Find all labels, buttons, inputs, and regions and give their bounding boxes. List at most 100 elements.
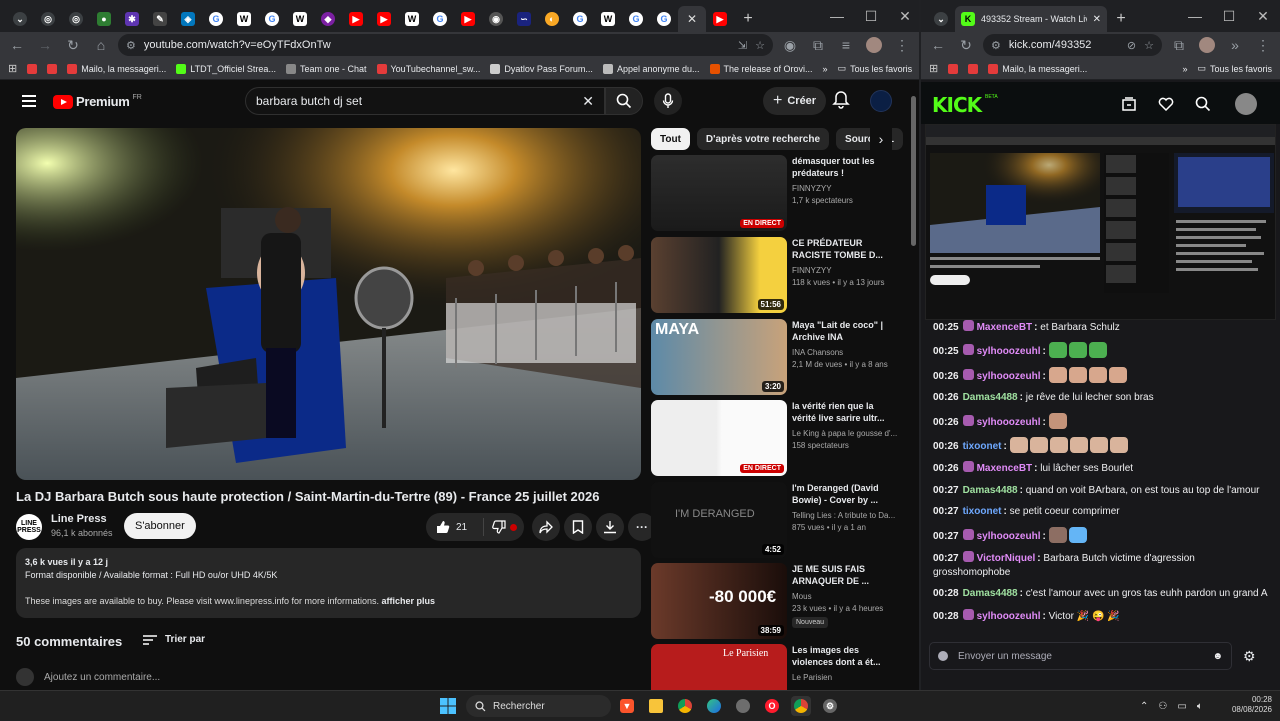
chrome-active-icon[interactable] (791, 696, 811, 716)
app-icon[interactable] (733, 696, 753, 716)
filter-chip[interactable]: D'après votre recherche (696, 128, 830, 150)
menu-kebab-icon[interactable]: ⋮ (891, 34, 913, 56)
user-avatar[interactable] (1235, 93, 1257, 115)
tab[interactable]: G (650, 6, 678, 32)
new-tab-button[interactable]: + (734, 6, 762, 32)
recommended-video-channel[interactable]: FINNYZYY (792, 266, 832, 275)
recommended-video-channel[interactable]: Le Parisien (792, 673, 832, 682)
emoji-icon[interactable]: ☻ (1212, 651, 1223, 662)
account-avatar[interactable] (870, 90, 892, 112)
heart-icon[interactable] (1156, 94, 1176, 114)
back-button[interactable]: ← (6, 34, 28, 56)
tab[interactable]: ◎ (62, 6, 90, 32)
stream-video[interactable] (925, 124, 1276, 320)
site-info-icon[interactable]: ⚙ (991, 39, 1001, 52)
recommended-video[interactable]: EN DIRECT démasquer tout les prédateurs !… (651, 155, 901, 233)
recommended-video[interactable]: MAYA 3:20 Maya "Lait de coco" | Archive IN… (651, 319, 901, 397)
tab[interactable]: ◐ (538, 6, 566, 32)
search-input[interactable]: barbara butch dj set ✕ (245, 87, 605, 115)
following-icon[interactable] (1119, 94, 1139, 114)
apps-grid-icon[interactable]: ⊞ (929, 62, 938, 75)
all-bookmarks-folder[interactable]: ▭ Tous les favoris (1197, 63, 1272, 74)
site-info-icon[interactable]: ⚙ (126, 39, 136, 52)
search-icon[interactable] (1193, 94, 1213, 114)
tab[interactable]: ● (90, 6, 118, 32)
tab[interactable]: G (258, 6, 286, 32)
video-thumbnail[interactable]: EN DIRECT (651, 400, 787, 476)
address-bar[interactable]: ⚙ kick.com/493352 ⊘ ☆ (983, 34, 1162, 56)
tab[interactable]: W (398, 6, 426, 32)
media-controls-icon[interactable]: ≡ (835, 34, 857, 56)
chat-username[interactable]: Damas4488 (963, 485, 1018, 496)
maximize-button[interactable]: ☐ (854, 0, 888, 32)
profile-avatar[interactable] (1196, 34, 1218, 56)
add-comment-row[interactable]: Ajoutez un commentaire... (16, 668, 160, 686)
bookmarks-overflow-button[interactable]: » (1182, 64, 1187, 74)
minimize-button[interactable]: — (1178, 0, 1212, 32)
forward-button[interactable]: → (34, 34, 56, 56)
tab[interactable]: ✱ (118, 6, 146, 32)
home-button[interactable]: ⌂ (90, 34, 112, 56)
recommended-video-channel[interactable]: Le King à papa le gousse d'... (792, 429, 897, 438)
bookmark-item[interactable] (47, 63, 58, 74)
filter-chip[interactable]: Tout (651, 128, 690, 150)
tab[interactable]: ◎ (34, 6, 62, 32)
search-button[interactable] (605, 87, 643, 115)
bookmark-item[interactable]: Team one - Chat (285, 63, 367, 74)
back-button[interactable]: ← (927, 34, 949, 56)
recommended-video[interactable]: EN DIRECT la vérité rien que la vérité li… (651, 400, 901, 478)
extension-icon[interactable]: ◉ (779, 34, 801, 56)
chat-username[interactable]: Damas4488 (963, 588, 1018, 599)
description-box[interactable]: 3,6 k vues il y a 12 j Format disponible… (16, 548, 641, 618)
bookmark-item[interactable]: Dyatlov Pass Forum... (490, 63, 593, 74)
hamburger-menu-icon[interactable] (22, 95, 36, 107)
kick-logo[interactable]: KICK (932, 93, 982, 117)
bookmark-item[interactable]: The release of Orovi... (709, 63, 813, 74)
recommended-video-channel[interactable]: FINNYZYY (792, 184, 832, 193)
tab-search-menu[interactable]: ⌄ (6, 6, 34, 32)
opera-icon[interactable]: O (762, 696, 782, 716)
tab[interactable]: W (594, 6, 622, 32)
channel-avatar[interactable]: LINE PRESS (16, 514, 42, 540)
minimize-button[interactable]: — (820, 0, 854, 32)
video-thumbnail[interactable]: EN DIRECT (651, 155, 787, 231)
taskbar-search[interactable]: Rechercher (466, 695, 611, 717)
video-thumbnail[interactable]: MAYA 3:20 (651, 319, 787, 395)
chat-username[interactable]: sylhooozeuhl (977, 611, 1041, 622)
recommended-video[interactable]: I'M DERANGED 4:52 I'm Deranged (David Bowi… (651, 482, 901, 560)
bookmark-item[interactable] (968, 63, 979, 74)
chat-username[interactable]: sylhooozeuhl (977, 371, 1041, 382)
tab[interactable]: ◆ (314, 6, 342, 32)
chips-next-button[interactable]: › (870, 128, 892, 150)
video-thumbnail[interactable]: I'M DERANGED 4:52 (651, 482, 787, 558)
video-thumbnail[interactable]: Le Parisien (651, 644, 787, 690)
save-button[interactable] (564, 513, 592, 541)
recommended-video-channel[interactable]: INA Chansons (792, 348, 843, 357)
chat-scrollbar[interactable] (1274, 320, 1279, 620)
file-explorer-icon[interactable] (646, 696, 666, 716)
tab[interactable]: ▶ (454, 6, 482, 32)
tab[interactable]: ▶ (370, 6, 398, 32)
chat-username[interactable]: tixoonet (963, 506, 1002, 517)
bookmark-star-icon[interactable]: ☆ (755, 39, 765, 52)
chat-username[interactable]: sylhooozeuhl (977, 417, 1041, 428)
address-bar[interactable]: ⚙ youtube.com/watch?v=eOyTFdxOnTw ⇲ ☆ (118, 34, 773, 56)
profile-avatar[interactable] (863, 34, 885, 56)
tab-search-menu[interactable]: ⌄ (927, 6, 955, 32)
voice-search-button[interactable] (654, 87, 682, 115)
chat-settings-gear-icon[interactable]: ⚙ (1243, 648, 1256, 665)
sort-comments-button[interactable]: Trier par (143, 634, 205, 645)
video-thumbnail[interactable]: -80 000€ 38:59 (651, 563, 787, 639)
video-player[interactable] (16, 128, 641, 480)
tab[interactable]: G (426, 6, 454, 32)
tab[interactable]: W (286, 6, 314, 32)
scrollbar-thumb[interactable] (911, 96, 916, 246)
bookmarks-overflow-button[interactable]: » (823, 64, 828, 74)
chat-username[interactable]: MaxenceBT (977, 322, 1033, 333)
tab[interactable]: W (230, 6, 258, 32)
new-tab-button[interactable]: + (1107, 6, 1135, 32)
tab[interactable]: ✎ (146, 6, 174, 32)
chat-username[interactable]: sylhooozeuhl (977, 531, 1041, 542)
video-thumbnail[interactable]: 51:56 (651, 237, 787, 313)
brave-icon[interactable]: ▼ (617, 696, 637, 716)
